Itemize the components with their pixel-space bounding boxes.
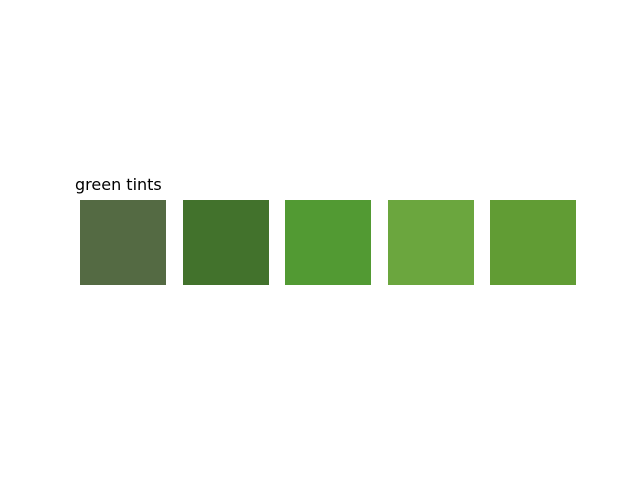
color-swatch-3 [285,200,371,285]
color-swatch-5 [490,200,576,285]
swatch-row [80,200,576,285]
color-swatch-4 [388,200,474,285]
palette-title: green tints [75,175,162,194]
color-swatch-2 [183,200,269,285]
color-swatch-1 [80,200,166,285]
